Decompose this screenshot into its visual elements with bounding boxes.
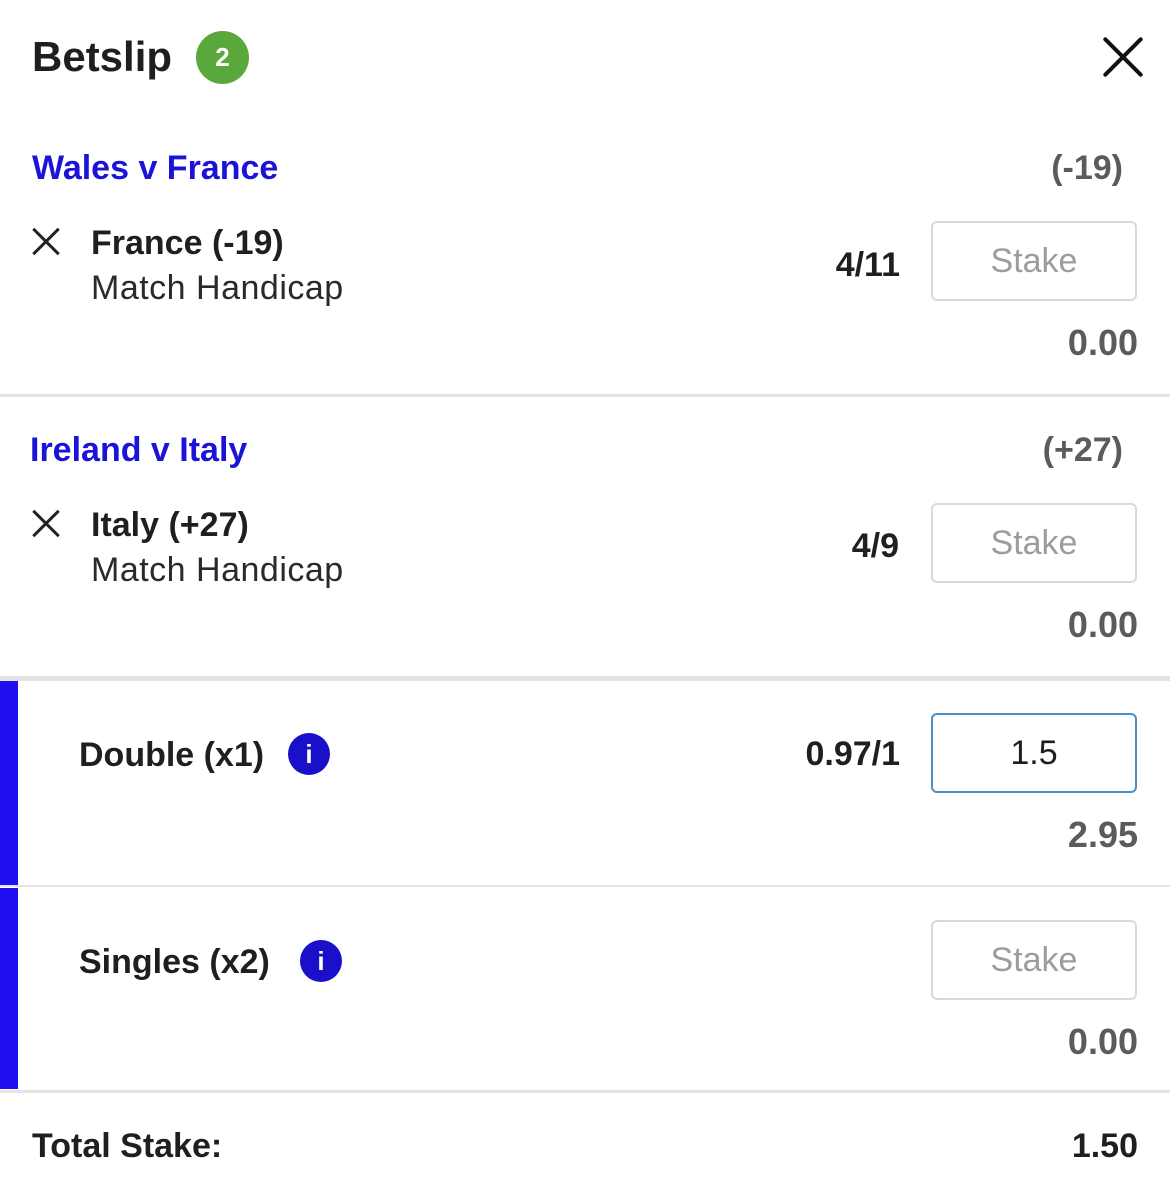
market-name: Match Handicap <box>91 269 344 307</box>
divider <box>0 676 1170 681</box>
event-link-ireland-italy[interactable]: Ireland v Italy <box>30 429 247 471</box>
info-icon[interactable]: i <box>288 733 330 775</box>
close-icon[interactable] <box>1100 34 1146 80</box>
selection-name: Italy (+27) <box>91 506 249 544</box>
event-handicap: (-19) <box>1051 149 1123 187</box>
multiple-label-singles: Singles (x2) <box>79 943 270 981</box>
betslip-title: Betslip <box>32 33 173 80</box>
multiple-accent-bar <box>0 888 18 1089</box>
stake-input[interactable] <box>931 503 1137 583</box>
market-name: Match Handicap <box>91 551 344 589</box>
bet-count-badge: 2 <box>196 31 249 84</box>
multiple-odds: 0.97/1 <box>805 735 900 773</box>
potential-returns: 0.00 <box>1067 604 1138 645</box>
potential-returns: 0.00 <box>1067 1021 1138 1062</box>
stake-input[interactable] <box>931 221 1137 301</box>
divider <box>0 1090 1170 1093</box>
multiple-label-double: Double (x1) <box>79 736 265 774</box>
divider <box>0 394 1170 397</box>
multiple-accent-bar <box>0 681 18 885</box>
selection-name: France (-19) <box>91 224 284 262</box>
total-stake-value: 1.50 <box>1071 1127 1138 1165</box>
divider <box>0 885 1170 887</box>
info-icon[interactable]: i <box>300 940 342 982</box>
stake-input-singles[interactable] <box>931 920 1137 1000</box>
remove-selection-icon[interactable] <box>31 227 61 257</box>
potential-returns: 2.95 <box>1067 814 1138 855</box>
stake-input-double[interactable] <box>931 713 1137 793</box>
potential-returns: 0.00 <box>1067 322 1138 363</box>
selection-odds: 4/9 <box>851 527 899 565</box>
event-handicap: (+27) <box>1042 431 1123 469</box>
event-link-wales-france[interactable]: Wales v France <box>32 147 278 189</box>
remove-selection-icon[interactable] <box>31 509 61 539</box>
total-stake-label: Total Stake: <box>32 1127 223 1165</box>
selection-odds: 4/11 <box>835 246 900 284</box>
